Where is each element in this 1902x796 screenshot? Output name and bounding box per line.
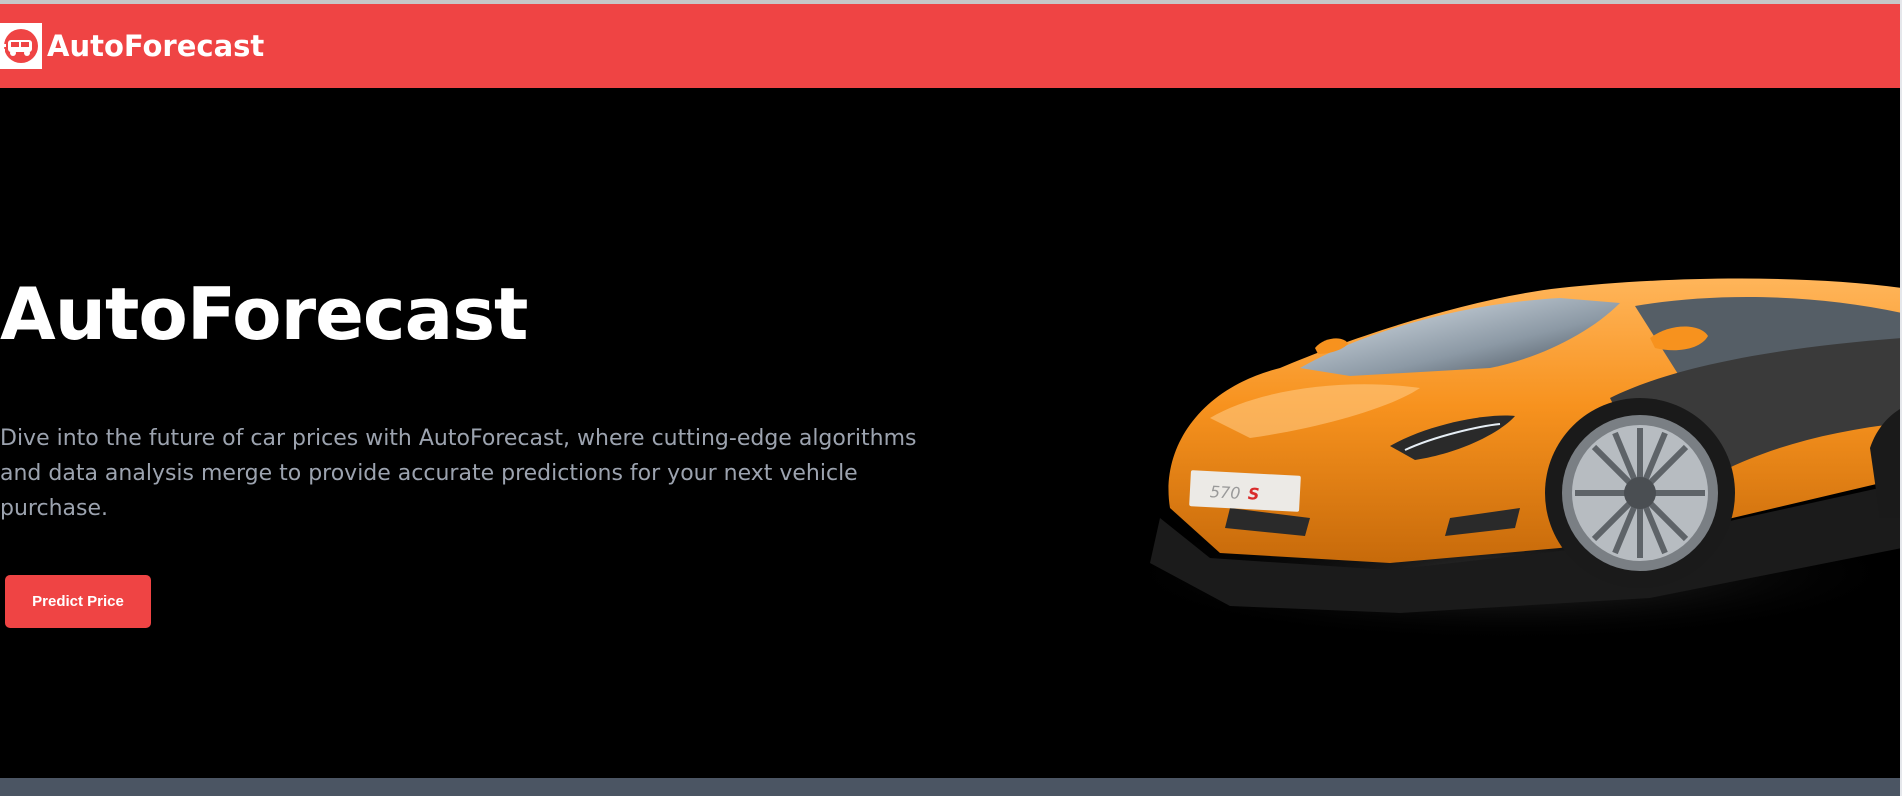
car-image: 570 S <box>1110 278 1902 643</box>
svg-text:S: S <box>1247 484 1260 504</box>
svg-text:570: 570 <box>1209 482 1240 503</box>
brand-link[interactable]: AutoForecast <box>0 4 264 88</box>
hero-section: AutoForecast Dive into the future of car… <box>0 88 1902 778</box>
hero-description: Dive into the future of car prices with … <box>0 426 917 521</box>
navbar: AutoForecast <box>0 4 1900 88</box>
predict-price-button[interactable]: Predict Price <box>5 575 151 628</box>
car-logo-icon <box>0 23 42 69</box>
hero-title: AutoForecast <box>0 272 528 356</box>
footer-strip <box>0 778 1902 796</box>
brand-name: AutoForecast <box>47 29 265 63</box>
